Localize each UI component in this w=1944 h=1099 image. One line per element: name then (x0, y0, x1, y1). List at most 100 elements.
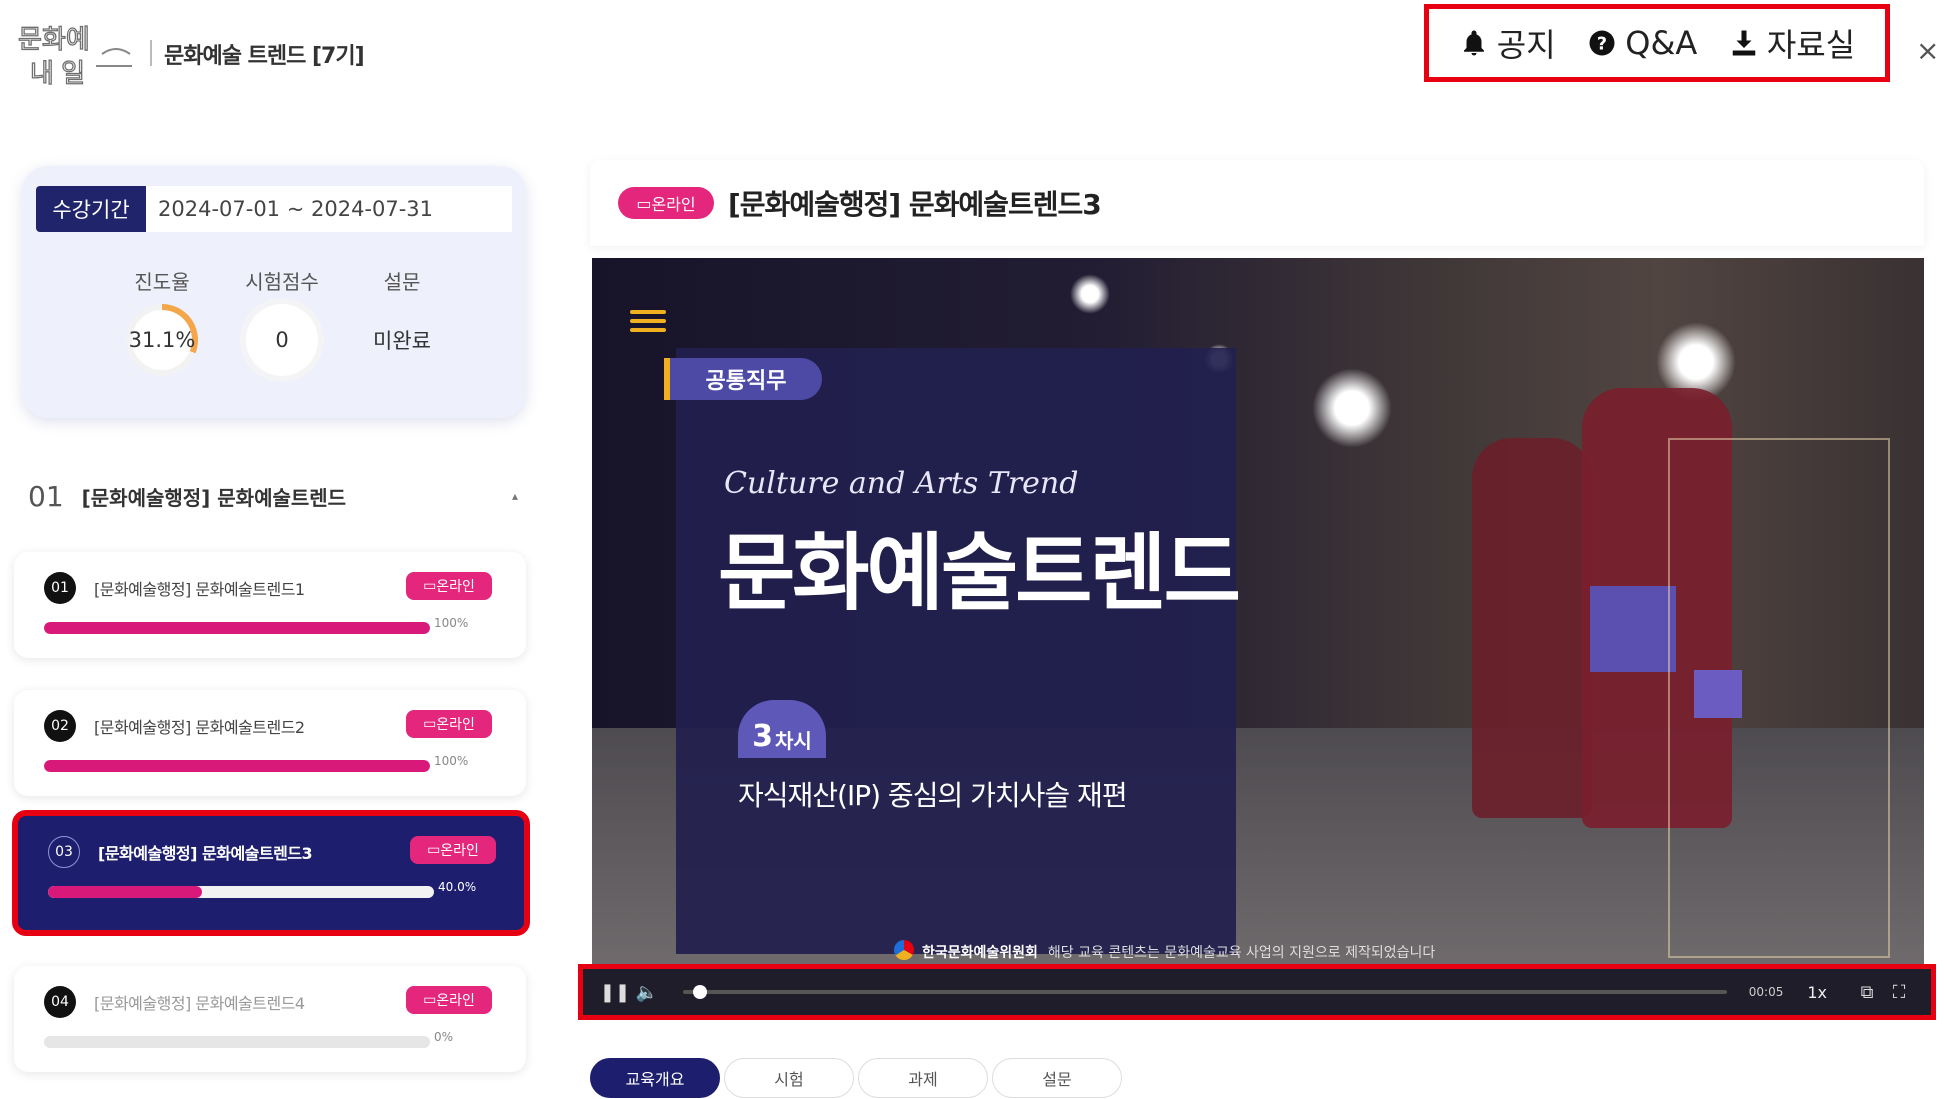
stat-survey-value: 미완료 (373, 329, 431, 353)
qna-label: Q&A (1625, 24, 1698, 62)
svg-text:내 일: 내 일 (30, 58, 85, 88)
stat-exam-value: 0 (275, 328, 289, 352)
lesson-item-4[interactable]: 04 [문화예술행정] 문화예술트렌드4 ▭ 온라인 0% (14, 966, 526, 1072)
question-circle-icon: ? (1589, 30, 1615, 56)
online-badge: ▭ 온라인 (618, 187, 714, 219)
period-value: 2024-07-01 ~ 2024-07-31 (146, 186, 512, 232)
tab-survey[interactable]: 설문 (992, 1058, 1122, 1098)
close-icon[interactable]: × (1916, 34, 1944, 70)
notice-link[interactable]: 공지 (1459, 20, 1556, 66)
top-menu: 공지 ? Q&A 자료실 (1424, 4, 1890, 82)
lesson-number: 04 (44, 986, 76, 1018)
fullscreen-icon[interactable]: ⛶ (1883, 976, 1915, 1008)
seek-knob[interactable] (693, 985, 708, 999)
lesson-title: [문화예술행정] 문화예술트렌드3 (98, 844, 313, 863)
lesson-number: 01 (44, 572, 76, 604)
stage-light (1312, 368, 1392, 448)
lesson-title: [문화예술행정] 문화예술트렌드4 (94, 994, 305, 1013)
time-display: 00:05 (1748, 985, 1784, 999)
tab-exam[interactable]: 시험 (724, 1058, 854, 1098)
qna-link[interactable]: ? Q&A (1587, 24, 1697, 62)
lesson-progress-bar (44, 1036, 430, 1048)
lesson-title: [문화예술행정] 문화예술트렌드2 (94, 718, 305, 737)
stat-survey: 설문 미완료 (352, 266, 452, 376)
slide-footer: 한국문화예술위원회 해당 교육 콘텐츠는 문화예술교육 사업의 지원으로 제작되었… (922, 942, 1435, 962)
online-badge-label: 온라인 (436, 579, 475, 595)
online-badge[interactable]: ▭ 온라인 (406, 572, 492, 600)
bottom-tabs: 교육개요 시험 과제 설문 (590, 1058, 1122, 1098)
stats: 진도율 31.1% 시험점수 0 설문 미완료 (112, 266, 452, 376)
footer-note: 해당 교육 콘텐츠는 문화예술교육 사업의 지원으로 제작되었습니다 (1047, 945, 1436, 961)
video-player[interactable]: 공통직무 Culture and Arts Trend 문화예술트렌드 3 차시 … (592, 258, 1924, 964)
slide-subtitle: 자식재산(IP) 중심의 가치사슬 재편 (738, 779, 1128, 812)
lesson-title: [문화예술행정] 문화예술트렌드1 (94, 580, 305, 599)
lesson-item-2[interactable]: 02 [문화예술행정] 문화예술트렌드2 ▭ 온라인 100% (14, 690, 526, 796)
tab-overview[interactable]: 교육개요 (590, 1058, 720, 1098)
lesson-progress-fill (44, 760, 430, 772)
course-title: 문화예술 트렌드 [7기] (164, 44, 365, 69)
online-badge[interactable]: ▭ 온라인 (406, 986, 492, 1014)
chapter-title: [문화예술행정] 문화예술트렌드 (81, 485, 347, 510)
study-summary-card: 수강기간 2024-07-01 ~ 2024-07-31 진도율 31.1% 시… (22, 166, 526, 418)
hamburger-icon[interactable] (630, 310, 666, 332)
pause-icon[interactable]: ❚❚ (599, 976, 631, 1008)
lesson-progress-percent: 40.0% (438, 880, 477, 894)
progress-ring: 31.1% (126, 304, 198, 376)
player-controls: ❚❚ 🔈 00:05 1x ⧉ ⛶ (578, 964, 1936, 1020)
online-badge-label: 온라인 (651, 195, 696, 214)
lesson-item-3-active[interactable]: 03 [문화예술행정] 문화예술트렌드3 ▭ 온라인 40.0% (12, 810, 530, 936)
stat-progress-value: 31.1% (128, 328, 196, 352)
chapter-header[interactable]: 01 [문화예술행정] 문화예술트렌드 ▴ (28, 476, 518, 516)
decor-square (1590, 586, 1676, 672)
period-label: 수강기간 (36, 186, 146, 232)
lesson-progress-fill (44, 622, 430, 634)
online-badge[interactable]: ▭ 온라인 (410, 836, 496, 864)
lesson-progress-fill (48, 886, 203, 898)
dancer-figure (1472, 438, 1592, 818)
exam-score-ring: 0 (246, 304, 318, 376)
download-icon (1732, 30, 1756, 56)
org-logo-icon (894, 940, 914, 960)
video-title-bar: ▭ 온라인 [문화예술행정] 문화예술트렌드3 (590, 160, 1924, 246)
lesson-progress-percent: 0% (434, 1030, 454, 1044)
svg-text:?: ? (1597, 34, 1607, 54)
logo-mark: 문화예 내 일 (17, 23, 132, 89)
stat-exam-label: 시험점수 (245, 270, 319, 294)
decor-frame (1668, 438, 1890, 958)
slide-main-title: 문화예술트렌드 (718, 524, 1241, 622)
bell-icon (1463, 30, 1484, 56)
online-badge[interactable]: ▭ 온라인 (406, 710, 492, 738)
chevron-up-icon[interactable]: ▴ (512, 489, 518, 503)
tab-assignment[interactable]: 과제 (858, 1058, 988, 1098)
session-number: 3 (752, 719, 774, 754)
stage-light (1070, 274, 1110, 314)
stat-exam: 시험점수 0 (232, 266, 332, 376)
picture-in-picture-icon[interactable]: ⧉ (1851, 976, 1883, 1008)
lesson-number: 03 (48, 836, 80, 868)
study-period: 수강기간 2024-07-01 ~ 2024-07-31 (36, 186, 512, 232)
online-badge-label: 온라인 (436, 717, 475, 733)
seek-bar[interactable] (683, 985, 1727, 999)
session-badge: 3 차시 (738, 700, 826, 758)
stat-progress: 진도율 31.1% (112, 266, 212, 376)
lesson-progress-bar (48, 886, 434, 898)
online-badge-label: 온라인 (436, 993, 475, 1009)
lesson-progress-bar (44, 760, 430, 772)
resources-link[interactable]: 자료실 (1729, 20, 1855, 66)
header: 문화예 내 일 문화예술 트렌드 [7기] 공지 ? Q&A 자료실 × (0, 0, 1944, 110)
logo-divider (150, 40, 152, 66)
volume-icon[interactable]: 🔈 (631, 976, 663, 1008)
lesson-progress-bar (44, 622, 430, 634)
lesson-number: 02 (44, 710, 76, 742)
session-unit: 차시 (775, 729, 812, 753)
video-card: ▭ 온라인 [문화예술행정] 문화예술트렌드3 공통직무 Culture and… (578, 160, 1936, 1098)
logo[interactable]: 문화예 내 일 (16, 14, 138, 92)
notice-label: 공지 (1496, 26, 1556, 64)
slide-script-text: Culture and Arts Trend (724, 466, 1079, 501)
chapter-number: 01 (28, 479, 64, 513)
slide-panel (676, 348, 1236, 954)
speed-button[interactable]: 1x (1807, 983, 1827, 1002)
video-title: [문화예술행정] 문화예술트렌드3 (728, 188, 1102, 221)
lesson-item-1[interactable]: 01 [문화예술행정] 문화예술트렌드1 ▭ 온라인 100% (14, 552, 526, 658)
footer-org: 한국문화예술위원회 (922, 945, 1038, 961)
